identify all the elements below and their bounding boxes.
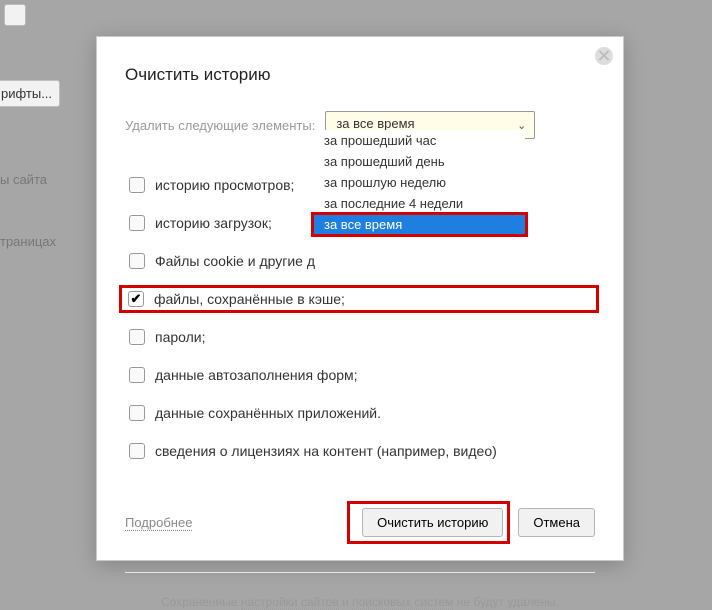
cancel-button[interactable]: Отмена xyxy=(518,508,595,537)
item-label: данные сохранённых приложений. xyxy=(155,405,381,421)
checkbox-licenses[interactable] xyxy=(129,443,145,459)
item-label: историю просмотров; xyxy=(155,177,294,193)
list-item[interactable]: сведения о лицензиях на контент (наприме… xyxy=(125,441,595,461)
checkbox-cookies[interactable] xyxy=(129,253,145,269)
item-label: сведения о лицензиях на контент (наприме… xyxy=(155,443,497,459)
checkbox-history[interactable] xyxy=(129,177,145,193)
checkbox-appdata[interactable] xyxy=(129,405,145,421)
background-text-site: ы сайта xyxy=(0,172,47,187)
clear-button-highlight: Очистить историю xyxy=(347,501,510,544)
footer-note: Сохраненные настройки сайтов и поисковых… xyxy=(125,595,595,609)
clear-history-dialog: ✕ Очистить историю Удалить следующие эле… xyxy=(96,36,624,561)
background-fonts-button[interactable]: рифты... xyxy=(0,80,60,107)
checkbox-passwords[interactable] xyxy=(129,329,145,345)
item-label: Файлы cookie и другие д xyxy=(155,253,315,269)
dropdown-item-hour[interactable]: за прошедший час xyxy=(314,130,525,151)
background-corner xyxy=(4,4,26,26)
item-label: пароли; xyxy=(155,329,206,345)
background-text-pages: траницах xyxy=(0,234,56,249)
list-item-cache[interactable]: ✔ файлы, сохранённые в кэше; xyxy=(119,285,599,313)
divider xyxy=(125,572,595,573)
checkbox-cache[interactable]: ✔ xyxy=(128,291,144,307)
clear-history-button[interactable]: Очистить историю xyxy=(362,508,503,537)
dropdown-item-week[interactable]: за прошлую неделю xyxy=(314,172,525,193)
time-range-dropdown[interactable]: за прошедший час за прошедший день за пр… xyxy=(314,130,525,236)
dialog-footer: Подробнее Очистить историю Отмена xyxy=(125,501,595,544)
more-link[interactable]: Подробнее xyxy=(125,515,192,531)
search-engines-link[interactable]: поисковых систем xyxy=(352,595,453,610)
list-item[interactable]: Файлы cookie и другие д xyxy=(125,251,595,271)
dropdown-item-alltime[interactable]: за все время xyxy=(314,214,525,235)
list-item[interactable]: данные автозаполнения форм; xyxy=(125,365,595,385)
dropdown-item-day[interactable]: за прошедший день xyxy=(314,151,525,172)
dialog-title: Очистить историю xyxy=(125,65,595,85)
checkbox-downloads[interactable] xyxy=(129,215,145,231)
item-label: файлы, сохранённые в кэше; xyxy=(154,291,345,307)
checkbox-autofill[interactable] xyxy=(129,367,145,383)
item-label: данные автозаполнения форм; xyxy=(155,367,358,383)
time-range-value: за все время xyxy=(336,116,414,131)
site-settings-link[interactable]: настройки сайтов xyxy=(241,595,339,610)
list-item[interactable]: данные сохранённых приложений. xyxy=(125,403,595,423)
time-range-label: Удалить следующие элементы: xyxy=(125,118,315,133)
dropdown-item-4weeks[interactable]: за последние 4 недели xyxy=(314,193,525,214)
close-icon[interactable]: ✕ xyxy=(595,47,613,65)
list-item[interactable]: пароли; xyxy=(125,327,595,347)
item-label: историю загрузок; xyxy=(155,215,272,231)
